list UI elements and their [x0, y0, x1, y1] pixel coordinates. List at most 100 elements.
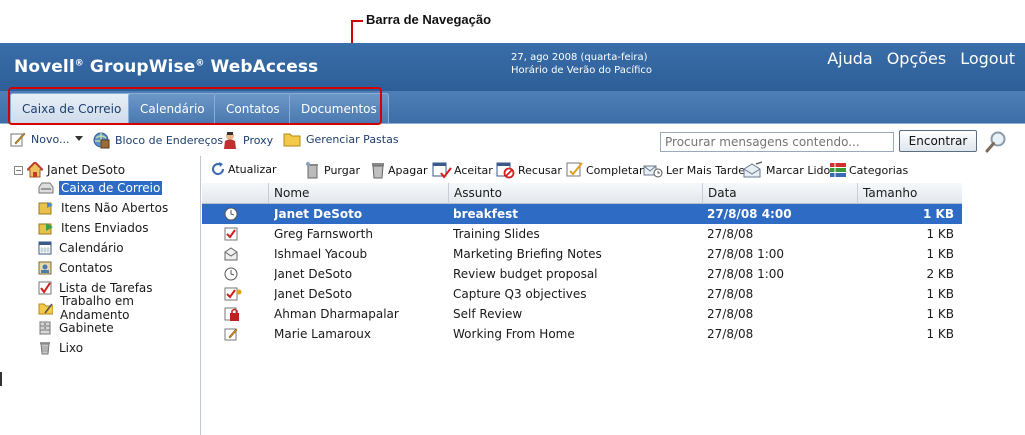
read-later-icon [643, 165, 663, 178]
appointment-icon [224, 267, 238, 281]
message-date: 27/8/08 4:00 [707, 207, 792, 221]
read-later-button[interactable]: Ler Mais Tarde [642, 161, 745, 179]
message-sender: Greg Farnsworth [274, 227, 373, 241]
delete-trash-icon [372, 163, 384, 179]
message-row[interactable]: Greg Farnsworth Training Slides 27/8/08 … [202, 224, 962, 244]
message-row[interactable]: Ahman Dharmapalar Self Review 27/8/08 1 … [202, 304, 962, 324]
column-date[interactable]: Data [702, 183, 857, 204]
calendar-icon [38, 241, 52, 255]
checklist-icon [38, 281, 52, 295]
message-action-bar: Atualizar Purgar Apagar Aceitar Recusar … [202, 157, 1025, 183]
mark-read-label: Marcar Lido [766, 163, 831, 177]
brand-webaccess: WebAccess [204, 57, 319, 77]
message-sender: Janet DeSoto [274, 267, 353, 281]
refresh-label: Atualizar [228, 162, 277, 176]
tree-root-user[interactable]: − Janet DeSoto [14, 162, 125, 178]
complete-icon [566, 162, 583, 177]
message-subject: Working From Home [453, 327, 575, 341]
message-date: 27/8/08 [707, 287, 754, 301]
message-size: 1 KB [926, 327, 954, 341]
folder-label: Contatos [59, 261, 113, 275]
column-status[interactable] [202, 183, 268, 204]
mark-read-button[interactable]: Marcar Lido [742, 161, 830, 179]
folder-work-in-progress[interactable]: Trabalho em Andamento [38, 294, 200, 322]
task-icon [224, 227, 238, 241]
message-size: 2 KB [926, 267, 954, 281]
delete-label: Apagar [388, 163, 428, 177]
advanced-search-icon[interactable] [985, 130, 1009, 154]
folder-trash[interactable]: Lixo [38, 339, 85, 357]
new-button[interactable]: Novo... [10, 131, 83, 147]
message-row[interactable]: Janet DeSoto breakfest 27/8/08 4:00 1 KB [202, 204, 962, 224]
message-size: 1 KB [926, 287, 954, 301]
message-subject: Capture Q3 objectives [453, 287, 587, 301]
message-date: 27/8/08 [707, 327, 754, 341]
folder-label: Calendário [59, 241, 124, 255]
delete-button[interactable]: Apagar [370, 161, 428, 179]
message-subject: breakfest [453, 207, 518, 221]
message-date: 27/8/08 [707, 227, 754, 241]
manage-folders-label: Gerenciar Pastas [306, 132, 399, 146]
message-row[interactable]: Janet DeSoto Capture Q3 objectives 27/8/… [202, 284, 962, 304]
folder-calendar[interactable]: Calendário [38, 239, 126, 257]
folder-label: Caixa de Correio [59, 181, 163, 195]
message-row[interactable]: Marie Lamaroux Working From Home 27/8/08… [202, 324, 962, 344]
collapse-toggle[interactable]: − [14, 165, 23, 175]
find-button[interactable]: Encontrar [899, 130, 977, 152]
trash-icon [40, 342, 50, 355]
folder-mailbox[interactable]: Caixa de Correio [38, 179, 163, 197]
address-book-label: Bloco de Endereços [115, 133, 224, 147]
tree-root-label: Janet DeSoto [47, 163, 126, 177]
message-sender: Ishmael Yacoub [274, 247, 368, 261]
folder-sent[interactable]: Itens Enviados [38, 219, 151, 237]
note-icon [224, 328, 238, 341]
column-name[interactable]: Nome [268, 183, 448, 204]
message-row[interactable]: Ishmael Yacoub Marketing Briefing Notes … [202, 244, 962, 264]
message-size: 1 KB [926, 307, 954, 321]
message-size: 1 KB [923, 207, 954, 221]
header-datetime: 27, ago 2008 (quarta-feira) Horário de V… [511, 51, 652, 77]
app-header: Novell® GroupWise® WebAccess 27, ago 200… [0, 43, 1025, 91]
dropdown-arrow-icon[interactable] [74, 136, 83, 142]
brand-novell: Novell [14, 57, 75, 77]
column-subject[interactable]: Assunto [448, 183, 702, 204]
message-sender: Marie Lamaroux [274, 327, 371, 341]
purge-button[interactable]: Purgar [304, 161, 360, 179]
message-sender: Ahman Dharmapalar [274, 307, 399, 321]
manage-folders-button[interactable]: Gerenciar Pastas [283, 131, 399, 147]
search-input[interactable] [660, 132, 894, 152]
message-size: 1 KB [926, 227, 954, 241]
help-link[interactable]: Ajuda [827, 49, 873, 68]
folder-contacts[interactable]: Contatos [38, 259, 115, 277]
message-subject: Training Slides [453, 227, 540, 241]
message-row[interactable]: Janet DeSoto Review budget proposal 27/8… [202, 264, 962, 284]
categories-button[interactable]: Categorias [829, 161, 908, 179]
proxy-button[interactable]: Proxy [222, 131, 273, 149]
folder-unopened[interactable]: Itens Não Abertos [38, 199, 170, 217]
message-date: 27/8/08 [707, 307, 754, 321]
address-book-icon [93, 132, 110, 149]
unopened-items-icon [38, 202, 53, 215]
accept-button[interactable]: Aceitar [432, 161, 493, 179]
message-sender: Janet DeSoto [274, 207, 363, 221]
contacts-icon [38, 261, 52, 275]
folder-label: Itens Não Abertos [61, 201, 169, 215]
sent-items-icon [38, 223, 53, 235]
message-subject: Marketing Briefing Notes [453, 247, 602, 261]
refresh-button[interactable]: Atualizar [210, 161, 277, 177]
address-book-button[interactable]: Bloco de Endereços [92, 131, 223, 149]
home-icon [27, 162, 43, 178]
folder-cabinet[interactable]: Gabinete [38, 319, 116, 337]
complete-button[interactable]: Completar [566, 161, 644, 179]
message-subject: Review budget proposal [453, 267, 598, 281]
purge-icon [306, 162, 318, 179]
categories-icon [830, 163, 846, 177]
header-timezone: Horário de Verão do Pacífico [511, 65, 653, 76]
decline-button[interactable]: Recusar [496, 161, 562, 179]
column-size[interactable]: Tamanho [857, 183, 962, 204]
folder-label: Gabinete [59, 321, 114, 335]
mail-icon [224, 247, 238, 261]
logout-link[interactable]: Logout [960, 49, 1015, 68]
options-link[interactable]: Opções [887, 49, 947, 68]
folder-icon [283, 133, 301, 147]
